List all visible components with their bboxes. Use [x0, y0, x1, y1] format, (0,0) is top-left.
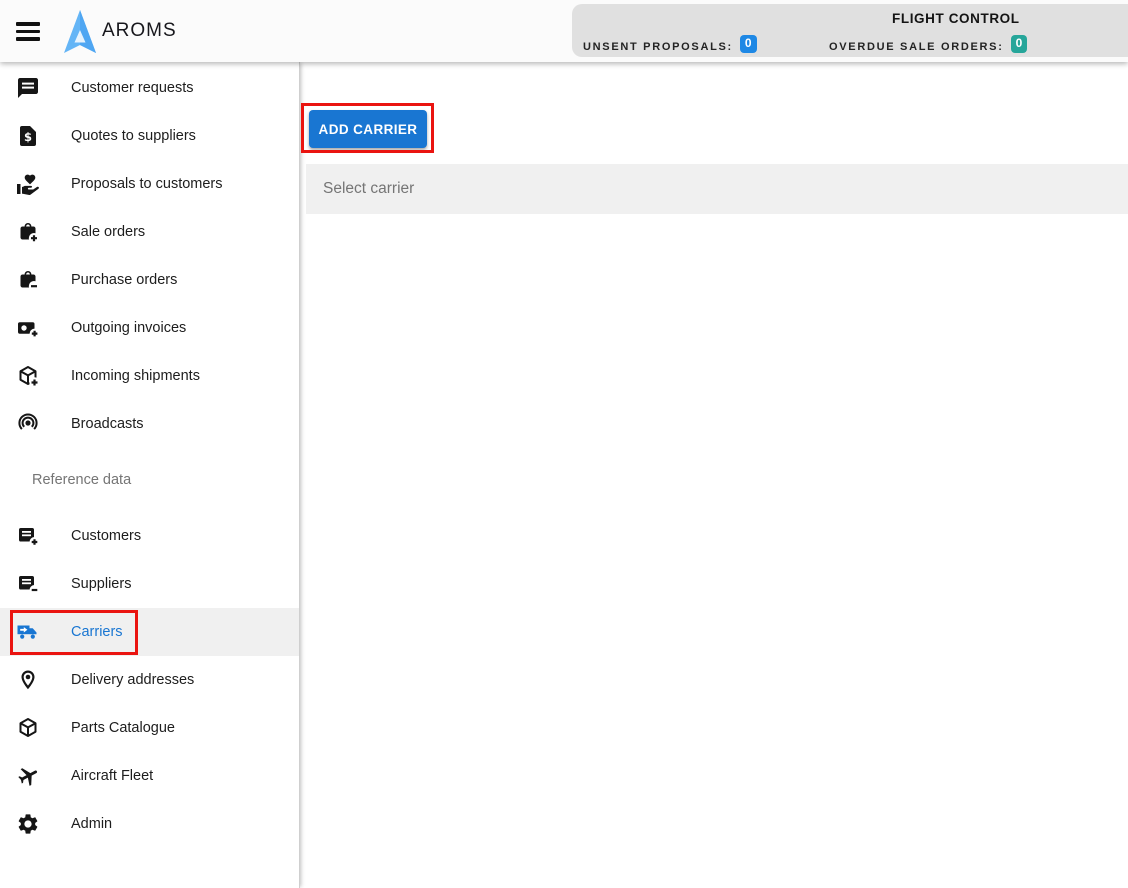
sidebar-item-suppliers[interactable]: Suppliers: [0, 560, 299, 608]
sidebar-item-delivery-addresses[interactable]: Delivery addresses: [0, 656, 299, 704]
select-carrier-dropdown[interactable]: Select carrier: [306, 164, 1128, 214]
sidebar-item-label: Broadcasts: [71, 416, 144, 432]
request-quote-icon: $: [16, 124, 40, 148]
add-carrier-button[interactable]: ADD CARRIER: [309, 110, 427, 148]
sidebar-item-proposals-to-customers[interactable]: Proposals to customers: [0, 160, 299, 208]
sidebar-item-broadcasts[interactable]: Broadcasts: [0, 400, 299, 448]
sidebar-item-carriers[interactable]: Carriers: [0, 608, 299, 656]
hamburger-menu-icon[interactable]: [16, 22, 40, 41]
list-remove-icon: [16, 572, 40, 596]
sidebar-item-label: Quotes to suppliers: [71, 128, 196, 144]
sidebar-item-label: Parts Catalogue: [71, 720, 175, 736]
overdue-sale-orders-label: OVERDUE SALE ORDERS:: [829, 41, 1004, 53]
sidebar-section-reference-data: Reference data: [0, 448, 299, 512]
overdue-sale-orders-badge: 0: [1011, 35, 1028, 53]
list-add-icon: [16, 524, 40, 548]
package-icon: [16, 716, 40, 740]
broadcast-icon: [16, 412, 40, 436]
sidebar-item-outgoing-invoices[interactable]: Outgoing invoices: [0, 304, 299, 352]
flight-control-title: FLIGHT CONTROL: [892, 11, 1020, 26]
bag-plus-icon: [16, 220, 40, 244]
sidebar-item-customers[interactable]: Customers: [0, 512, 299, 560]
app-bar: AROMS FLIGHT CONTROL UNSENT PROPOSALS: 0 …: [0, 0, 1128, 62]
package-add-icon: [16, 364, 40, 388]
sidebar-item-label: Admin: [71, 816, 112, 832]
sidebar-item-label: Delivery addresses: [71, 672, 194, 688]
sidebar: Customer requests $ Quotes to suppliers …: [0, 62, 300, 888]
truck-icon: [16, 620, 40, 644]
sidebar-item-label: Suppliers: [71, 576, 131, 592]
sidebar-item-incoming-shipments[interactable]: Incoming shipments: [0, 352, 299, 400]
sidebar-item-sale-orders[interactable]: Sale orders: [0, 208, 299, 256]
select-carrier-label: Select carrier: [323, 180, 414, 198]
gear-icon: [16, 812, 40, 836]
sidebar-item-customer-requests[interactable]: Customer requests: [0, 64, 299, 112]
sidebar-item-purchase-orders[interactable]: Purchase orders: [0, 256, 299, 304]
unsent-proposals-badge: 0: [740, 35, 757, 53]
location-pin-icon: [16, 668, 40, 692]
sidebar-item-label: Outgoing invoices: [71, 320, 186, 336]
flight-control-panel: FLIGHT CONTROL UNSENT PROPOSALS: 0 OVERDU…: [572, 4, 1128, 57]
airplane-icon: [16, 764, 40, 788]
invoice-add-icon: [16, 316, 40, 340]
sidebar-item-aircraft-fleet[interactable]: Aircraft Fleet: [0, 752, 299, 800]
sidebar-item-parts-catalogue[interactable]: Parts Catalogue: [0, 704, 299, 752]
bag-minus-icon: [16, 268, 40, 292]
aroms-logo-icon: [62, 9, 98, 55]
app-title: AROMS: [102, 0, 177, 62]
sidebar-item-label: Purchase orders: [71, 272, 177, 288]
sidebar-item-label: Sale orders: [71, 224, 145, 240]
sidebar-item-label: Incoming shipments: [71, 368, 200, 384]
chat-icon: [16, 76, 40, 100]
sidebar-item-label: Aircraft Fleet: [71, 768, 153, 784]
svg-text:$: $: [24, 130, 32, 144]
sidebar-item-label: Proposals to customers: [71, 176, 223, 192]
sidebar-item-admin[interactable]: Admin: [0, 800, 299, 848]
sidebar-item-label: Carriers: [71, 624, 123, 640]
sidebar-item-quotes-to-suppliers[interactable]: $ Quotes to suppliers: [0, 112, 299, 160]
unsent-proposals-stat: UNSENT PROPOSALS: 0: [583, 37, 757, 55]
sidebar-item-label: Customers: [71, 528, 141, 544]
overdue-sale-orders-stat: OVERDUE SALE ORDERS: 0: [829, 37, 1027, 55]
hand-heart-icon: [16, 172, 40, 196]
sidebar-item-label: Customer requests: [71, 80, 194, 96]
unsent-proposals-label: UNSENT PROPOSALS:: [583, 41, 733, 53]
